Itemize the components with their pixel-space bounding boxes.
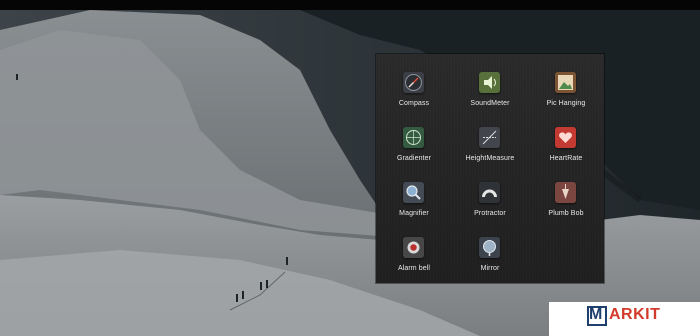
compass-icon [403,72,424,93]
picture-frame-icon [555,72,576,93]
app-pic-hanging[interactable]: Pic Hanging [528,72,604,126]
app-magnifier[interactable]: Magnifier [376,182,452,236]
sound-meter-icon [479,72,500,93]
level-icon [403,127,424,148]
magnifier-icon [403,182,424,203]
app-label: SoundMeter [470,100,510,107]
mirror-icon [479,237,500,258]
heart-icon [555,127,576,148]
app-compass[interactable]: Compass [376,72,452,126]
watermark-logo: M ARKIT [549,302,700,336]
app-heart-rate[interactable]: HeartRate [528,127,604,181]
logo-text: ARKIT [609,306,661,323]
app-sound-meter[interactable]: SoundMeter [452,72,528,126]
protractor-icon [479,182,500,203]
app-plumb-bob[interactable]: Plumb Bob [528,182,604,236]
alarm-bell-icon [403,237,424,258]
height-measure-icon [479,127,500,148]
app-folder: Compass SoundMeter Pic Hanging Gradiente… [376,54,604,283]
app-mirror[interactable]: Mirror [452,237,528,291]
app-label: Protractor [474,210,506,217]
app-protractor[interactable]: Protractor [452,182,528,236]
app-label: Alarm bell [397,265,431,272]
status-bar [0,0,700,10]
app-label: HeightMeasure [465,155,515,162]
app-label: Gradienter [396,155,432,162]
app-label: Compass [398,100,430,107]
app-alarm-bell[interactable]: Alarm bell [376,237,452,291]
app-label: Magnifier [399,210,429,217]
app-label: Mirror [480,265,500,272]
app-label: Plumb Bob [548,210,584,217]
plumb-bob-icon [555,182,576,203]
logo-letter: M [589,306,603,323]
app-label: Pic Hanging [546,100,586,107]
app-height-measure[interactable]: HeightMeasure [452,127,528,181]
app-gradienter[interactable]: Gradienter [376,127,452,181]
app-label: HeartRate [549,155,583,162]
